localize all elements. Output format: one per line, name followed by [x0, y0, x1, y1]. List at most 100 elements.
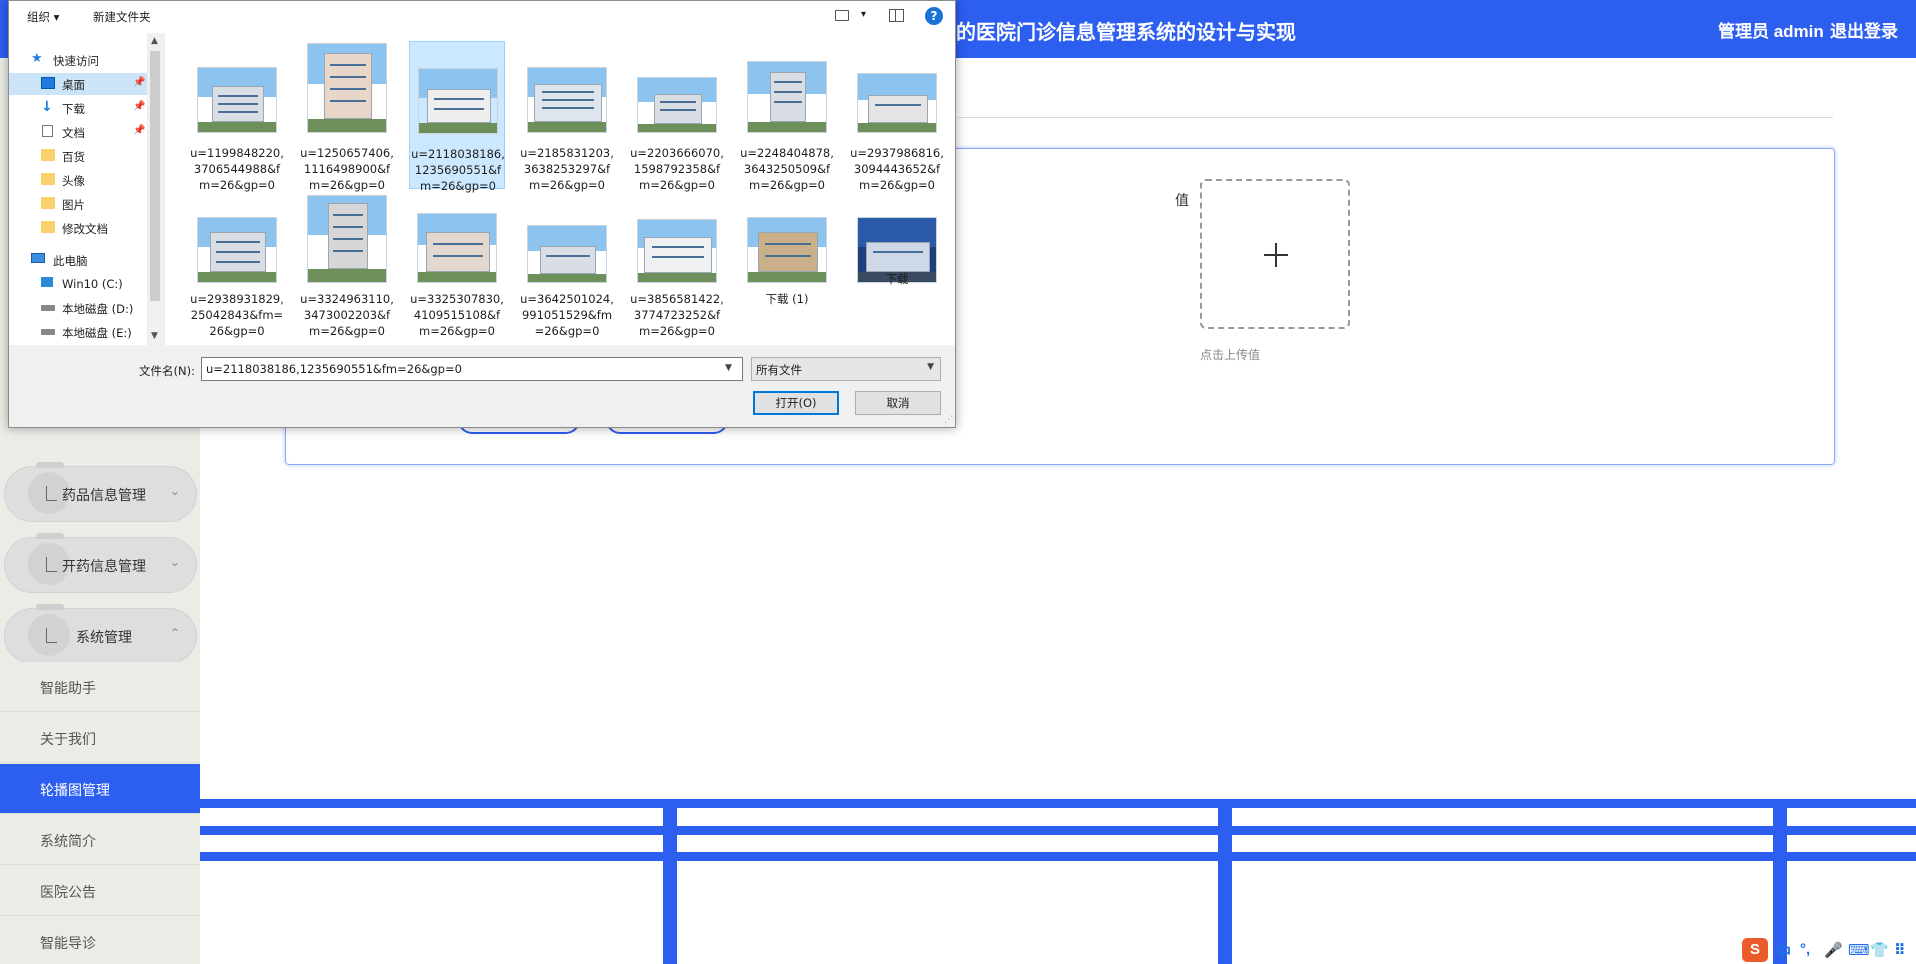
- file-item[interactable]: u=2118038186,1235690551&fm=26&gp=0: [409, 41, 505, 193]
- nav-item-label: 本地磁盘 (E:): [62, 326, 132, 340]
- resize-grip-icon[interactable]: ⋰: [944, 415, 953, 425]
- sidebar-item-about-us[interactable]: 关于我们: [0, 713, 200, 763]
- chinese-mode-icon[interactable]: 中: [1776, 941, 1791, 962]
- nav-item-label: 图片: [62, 198, 85, 212]
- nav-item-drive-e[interactable]: 本地磁盘 (E:): [9, 321, 147, 343]
- image-upload-button[interactable]: [1200, 179, 1350, 329]
- file-item[interactable]: u=3642501024,991051529&fm=26&gp=0: [519, 195, 615, 343]
- nav-item-folder[interactable]: 头像: [9, 169, 147, 191]
- sidebar-item-smart-assistant[interactable]: 智能助手: [0, 662, 200, 712]
- menu-group-drug-info[interactable]: 药品信息管理 ⌄: [4, 462, 197, 522]
- value-field-label: 值: [1175, 192, 1189, 208]
- nav-item-downloads[interactable]: ↓ 下载 📌: [9, 97, 147, 119]
- file-name: u=2248404878,3643250509&fm=26&gp=0: [740, 146, 834, 192]
- nav-item-folder[interactable]: 修改文档: [9, 217, 147, 239]
- nav-item-folder[interactable]: 百货: [9, 145, 147, 167]
- file-name: u=1250657406,1116498900&fm=26&gp=0: [300, 146, 394, 192]
- logout-link[interactable]: 退出登录: [1830, 17, 1898, 42]
- file-item[interactable]: u=2937986816,3094443652&fm=26&gp=0: [849, 41, 945, 192]
- nav-item-drive-d[interactable]: 本地磁盘 (D:): [9, 297, 147, 319]
- nav-item-this-pc[interactable]: 此电脑: [9, 249, 147, 271]
- file-thumbnail: [197, 217, 277, 283]
- cancel-button[interactable]: 取消: [855, 391, 941, 415]
- sidebar-item-hospital-notice[interactable]: 医院公告: [0, 866, 200, 916]
- menu-group-system-management[interactable]: 系统管理 ⌃: [4, 604, 197, 664]
- breadcrumb-divider: [958, 117, 1833, 118]
- folder-icon: [41, 197, 55, 209]
- organize-button[interactable]: 组织 ▾: [27, 9, 59, 25]
- file-item[interactable]: u=2185831203,3638253297&fm=26&gp=0: [519, 41, 615, 192]
- sidebar-item-label: 医院公告: [40, 884, 96, 900]
- file-item[interactable]: u=2248404878,3643250509&fm=26&gp=0: [739, 41, 835, 192]
- file-name: 下载 (1): [765, 292, 809, 306]
- nav-item-folder[interactable]: 图片: [9, 193, 147, 215]
- sogou-logo-icon[interactable]: S: [1742, 938, 1768, 962]
- file-name: u=2185831203,3638253297&fm=26&gp=0: [520, 146, 614, 192]
- file-name: u=3856581422,3774723252&fm=26&gp=0: [630, 292, 724, 338]
- keyboard-icon[interactable]: ⌨: [1848, 941, 1870, 959]
- file-list: u=1199848220,3706544988&fm=26&gp=0 u=125…: [165, 33, 955, 345]
- file-item[interactable]: u=3856581422,3774723252&fm=26&gp=0: [629, 195, 725, 343]
- file-item[interactable]: u=3325307830,4109515108&fm=26&gp=0: [409, 195, 505, 343]
- nav-item-label: 快速访问: [53, 54, 99, 68]
- nav-item-label: 百货: [62, 150, 85, 164]
- scrollbar-thumb[interactable]: [150, 51, 160, 301]
- view-options-icon[interactable]: [835, 10, 849, 21]
- sidebar-item-carousel-management[interactable]: 轮播图管理: [0, 764, 200, 814]
- file-thumbnail: [527, 225, 607, 283]
- new-folder-button[interactable]: 新建文件夹: [93, 9, 151, 25]
- file-thumbnail: [637, 219, 717, 283]
- nav-item-quick-access[interactable]: ★ 快速访问: [9, 49, 147, 71]
- preview-pane-icon[interactable]: [889, 9, 904, 22]
- file-thumbnail: [417, 213, 497, 283]
- file-item[interactable]: u=2938931829,25042843&fm=26&gp=0: [189, 195, 285, 343]
- file-item[interactable]: u=1250657406,1116498900&fm=26&gp=0: [299, 41, 395, 192]
- filename-input[interactable]: u=2118038186,1235690551&fm=26&gp=0: [201, 357, 743, 381]
- nav-scrollbar[interactable]: ▲ ▼: [147, 33, 163, 345]
- file-thumbnail: [857, 73, 937, 133]
- menu-group-prescription-info[interactable]: 开药信息管理 ⌄: [4, 533, 197, 593]
- file-thumbnail: [747, 61, 827, 133]
- filetype-value: 所有文件: [756, 363, 802, 377]
- nav-item-label: 下载: [62, 102, 85, 116]
- table-border: [663, 799, 677, 964]
- dialog-toolbar: 组织 ▾ 新建文件夹 ▾ ?: [9, 1, 955, 33]
- scroll-up-icon[interactable]: ▲: [151, 36, 158, 46]
- file-name: u=3325307830,4109515108&fm=26&gp=0: [410, 292, 504, 338]
- microphone-icon[interactable]: 🎤: [1824, 941, 1843, 959]
- file-thumbnail: [307, 43, 387, 133]
- file-name: u=2938931829,25042843&fm=26&gp=0: [190, 292, 284, 338]
- file-item[interactable]: 下载: [849, 195, 945, 343]
- menu-bubble-icon: [28, 614, 70, 656]
- filetype-select[interactable]: 所有文件 ▼: [751, 357, 941, 381]
- nav-item-desktop[interactable]: 桌面 📌: [9, 73, 147, 95]
- desktop-icon: [41, 77, 55, 89]
- file-item[interactable]: u=2203666070,1598792358&fm=26&gp=0: [629, 41, 725, 192]
- nav-item-drive-c[interactable]: Win10 (C:): [9, 273, 147, 295]
- file-thumbnail: [637, 77, 717, 133]
- skin-icon[interactable]: 👕: [1870, 941, 1889, 959]
- table-border: [200, 826, 1916, 835]
- sidebar-item-label: 关于我们: [40, 731, 96, 747]
- punctuation-icon[interactable]: °,: [1800, 941, 1810, 958]
- file-item[interactable]: u=1199848220,3706544988&fm=26&gp=0: [189, 41, 285, 192]
- file-item[interactable]: 下载 (1): [739, 195, 835, 343]
- scroll-down-icon[interactable]: ▼: [151, 331, 158, 341]
- nav-item-label: 文档: [62, 126, 85, 140]
- open-button[interactable]: 打开(O): [753, 391, 839, 415]
- chevron-down-icon[interactable]: ▼: [725, 363, 732, 373]
- nav-item-documents[interactable]: 文档 📌: [9, 121, 147, 143]
- help-icon[interactable]: ?: [925, 7, 943, 25]
- download-icon: ↓: [41, 99, 53, 115]
- menu-group-label: 系统管理: [76, 629, 132, 645]
- sidebar-item-smart-guide[interactable]: 智能导诊: [0, 917, 200, 964]
- chevron-down-icon[interactable]: ▾: [861, 9, 866, 20]
- toolbox-icon[interactable]: ⠿: [1894, 941, 1906, 959]
- chevron-up-icon: ⌃: [170, 626, 181, 640]
- sidebar-item-label: 智能助手: [40, 680, 96, 696]
- sidebar-item-system-intro[interactable]: 系统简介: [0, 815, 200, 865]
- folder-icon: [41, 221, 55, 233]
- file-item[interactable]: u=3324963110,3473002203&fm=26&gp=0: [299, 195, 395, 343]
- admin-label: 管理员 admin: [1718, 22, 1824, 41]
- chevron-down-icon: ⌄: [170, 555, 181, 569]
